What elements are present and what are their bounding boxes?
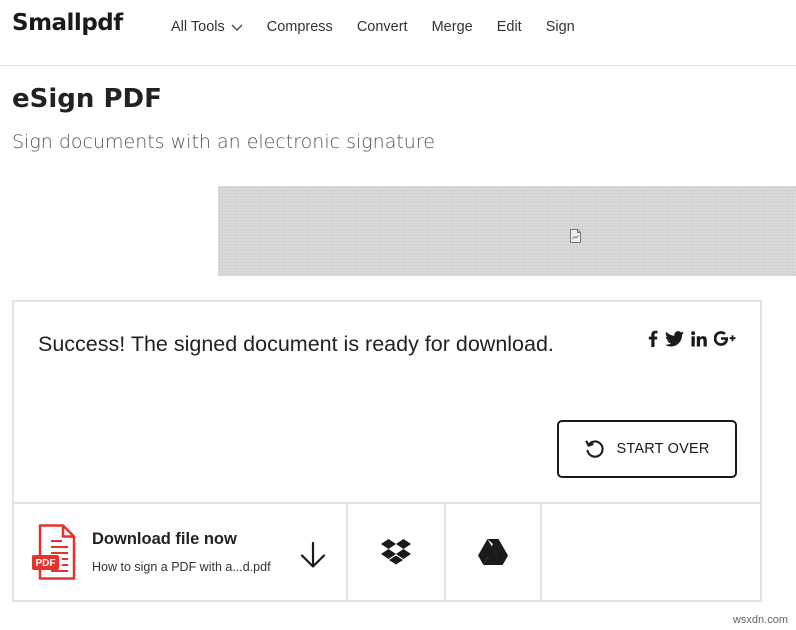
dropbox-icon <box>381 539 411 565</box>
google-plus-icon[interactable] <box>714 331 736 346</box>
restart-icon <box>586 440 605 458</box>
download-arrow-icon <box>300 541 326 568</box>
svg-text:PDF: PDF <box>36 558 56 569</box>
pdf-file-icon: PDF <box>32 524 76 580</box>
smallpdf-logo[interactable]: Smallpdf <box>12 10 123 36</box>
download-filename: How to sign a PDF with a...d.pdf <box>92 560 271 574</box>
page-title: eSign PDF <box>12 84 162 114</box>
twitter-icon[interactable] <box>665 330 684 347</box>
top-header: Smallpdf All Tools Compress Convert Merg… <box>0 0 796 66</box>
result-card: Success! The signed document is ready fo… <box>12 300 762 602</box>
facebook-icon[interactable] <box>648 330 658 347</box>
nav-merge[interactable]: Merge <box>432 18 473 36</box>
broken-image-icon <box>570 229 581 243</box>
save-to-dropbox-button[interactable] <box>348 504 446 600</box>
nav-sign[interactable]: Sign <box>546 18 575 36</box>
save-to-google-drive-button[interactable] <box>446 504 542 600</box>
nav-all-tools-label: All Tools <box>171 19 225 35</box>
nav-convert[interactable]: Convert <box>357 18 408 36</box>
main-nav: All Tools Compress Convert Merge Edit Si… <box>171 18 599 36</box>
linkedin-icon[interactable] <box>691 330 707 347</box>
share-bar <box>641 330 736 347</box>
google-drive-icon <box>478 539 508 565</box>
nav-edit[interactable]: Edit <box>497 18 522 36</box>
start-over-button[interactable]: START OVER <box>557 420 737 478</box>
ad-placeholder[interactable] <box>218 186 796 276</box>
download-file-button[interactable]: PDF Download file now How to sign a PDF … <box>14 504 348 600</box>
start-over-label: START OVER <box>616 441 710 457</box>
nav-all-tools[interactable]: All Tools <box>171 18 243 36</box>
download-title: Download file now <box>92 530 237 548</box>
download-options: PDF Download file now How to sign a PDF … <box>14 502 760 600</box>
success-message: Success! The signed document is ready fo… <box>38 332 554 356</box>
page-subtitle: Sign documents with an electronic signat… <box>12 131 435 153</box>
watermark: wsxdn.com <box>732 614 788 626</box>
nav-compress[interactable]: Compress <box>267 18 333 36</box>
chevron-down-icon <box>231 24 243 31</box>
